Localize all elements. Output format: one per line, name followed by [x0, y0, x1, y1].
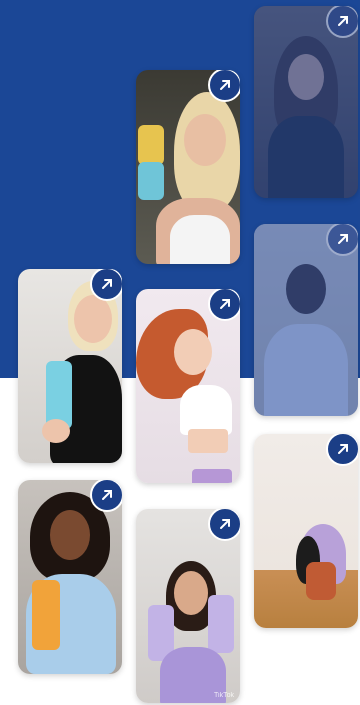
arrow-up-right-icon: [338, 234, 348, 244]
video-card[interactable]: [254, 6, 358, 198]
video-card[interactable]: [18, 480, 122, 674]
open-link-button[interactable]: [208, 509, 240, 541]
open-link-button[interactable]: [90, 480, 122, 512]
open-link-button[interactable]: [326, 6, 358, 38]
video-card[interactable]: [254, 224, 358, 416]
arrow-up-right-icon: [220, 519, 230, 529]
video-card[interactable]: [136, 70, 240, 264]
open-link-button[interactable]: [208, 289, 240, 321]
open-link-button[interactable]: [326, 224, 358, 256]
arrow-up-right-icon: [338, 444, 348, 454]
arrow-up-right-icon: [338, 16, 348, 26]
arrow-up-right-icon: [220, 80, 230, 90]
arrow-up-right-icon: [102, 490, 112, 500]
arrow-up-right-icon: [102, 279, 112, 289]
video-card[interactable]: TikTok: [136, 509, 240, 703]
video-card[interactable]: [254, 434, 358, 628]
arrow-up-right-icon: [220, 299, 230, 309]
open-link-button[interactable]: [326, 434, 358, 466]
video-watermark: TikTok: [214, 692, 234, 699]
open-link-button[interactable]: [208, 70, 240, 102]
video-card[interactable]: [136, 289, 240, 483]
open-link-button[interactable]: [90, 269, 122, 301]
video-card[interactable]: [18, 269, 122, 463]
